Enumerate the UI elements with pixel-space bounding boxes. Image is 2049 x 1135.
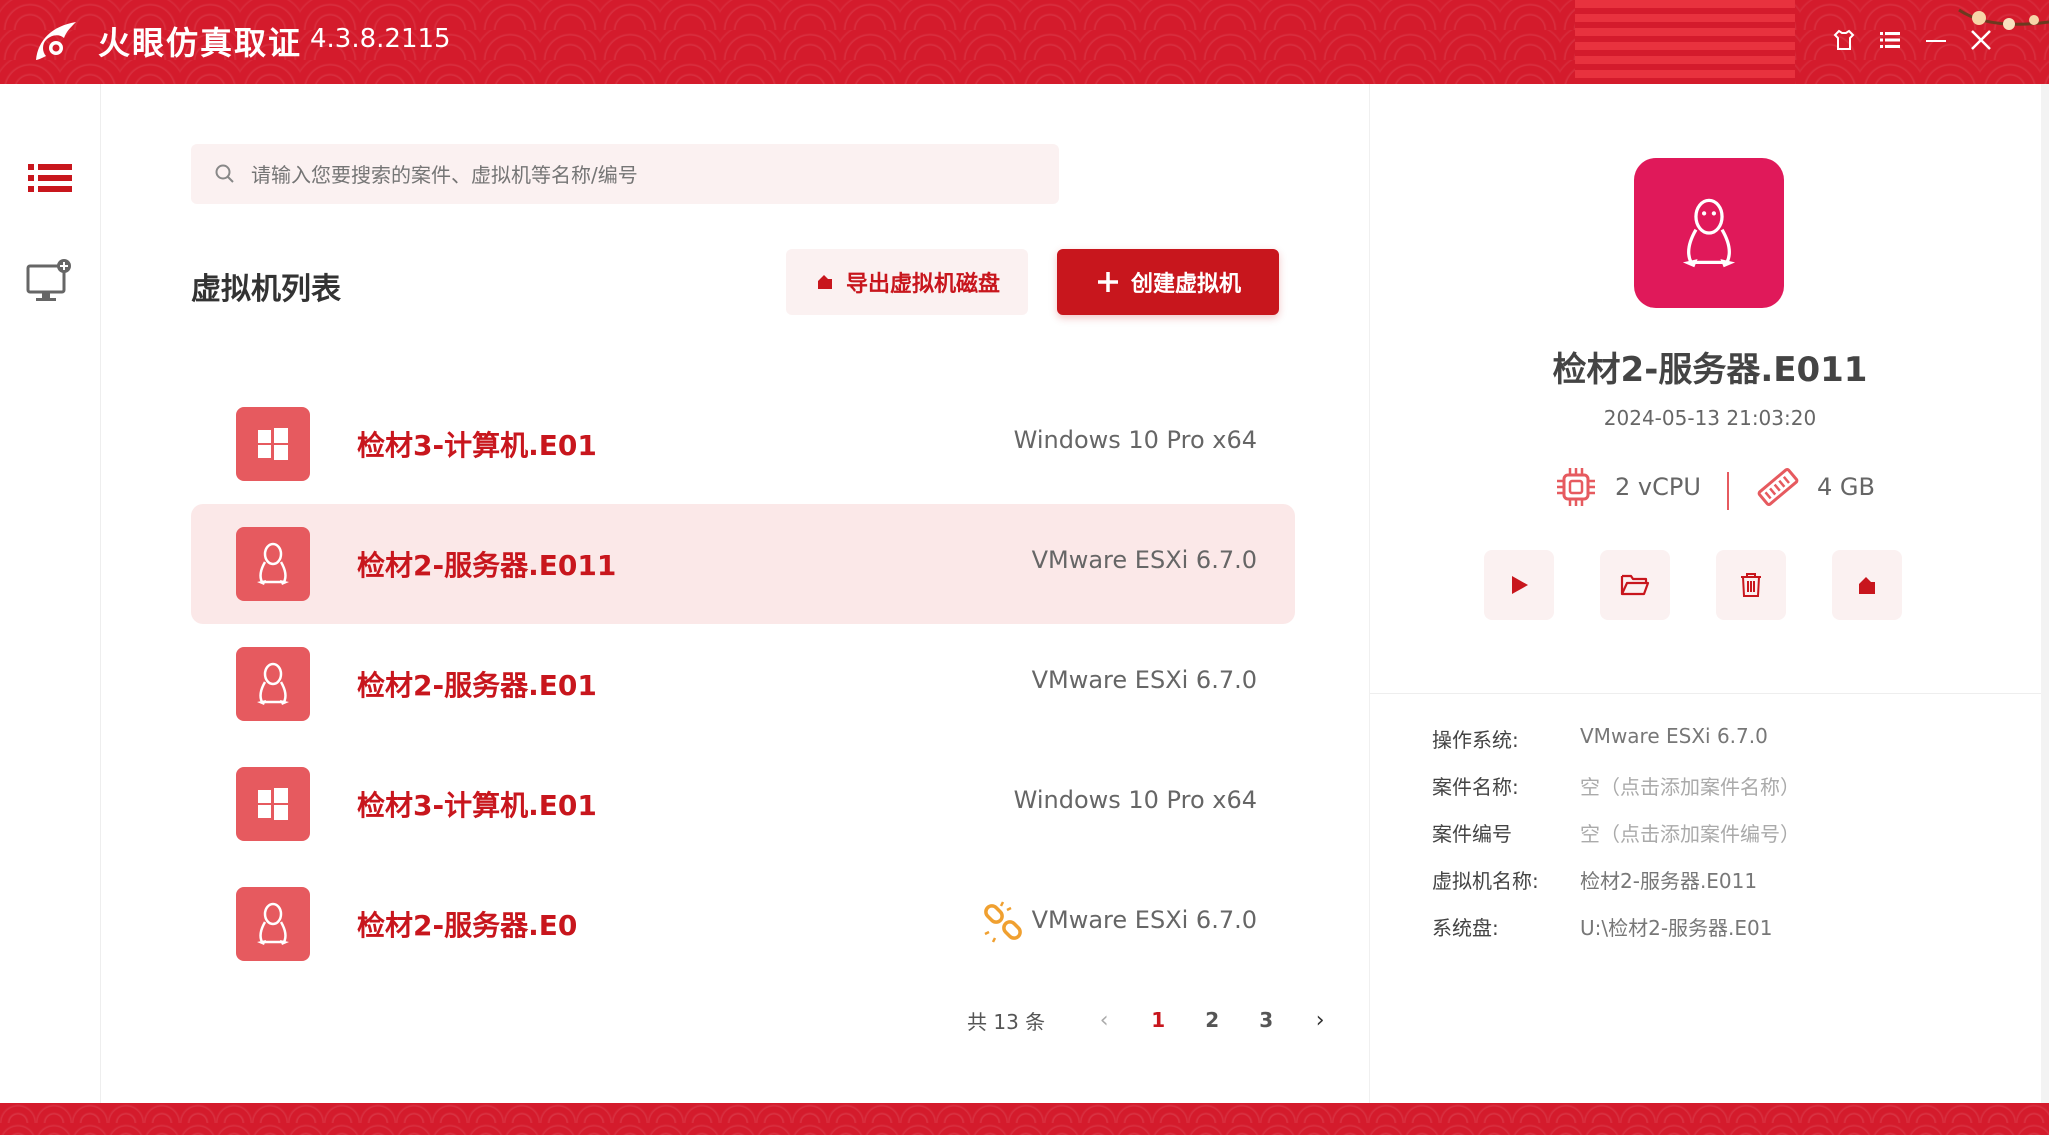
info-value: VMware ESXi 6.7.0 — [1580, 724, 1768, 748]
left-nav — [0, 84, 101, 1103]
case-name-link[interactable]: 空（点击添加案件名称） — [1580, 771, 1800, 818]
info-label: 系统盘: — [1432, 916, 1499, 940]
monitor-add-icon — [26, 259, 71, 301]
export-disk-button[interactable]: 导出虚拟机磁盘 — [786, 249, 1028, 315]
memory-icon — [1757, 467, 1799, 507]
info-value: 检材2-服务器.E011 — [1580, 869, 1758, 893]
list-icon — [28, 164, 72, 192]
broken-link-icon[interactable] — [981, 900, 1025, 944]
vm-list-item[interactable]: 检材2-服务器.E011 VMware ESXi 6.7.0 — [191, 504, 1295, 624]
cpu-icon — [1557, 468, 1595, 506]
trash-icon — [1741, 573, 1761, 597]
vm-name: 检材2-服务器.E01 — [357, 669, 597, 702]
next-page-icon[interactable]: › — [1293, 1008, 1347, 1033]
create-vm-label: 创建虚拟机 — [1130, 272, 1241, 297]
info-label: 虚拟机名称: — [1432, 869, 1539, 893]
vm-list-item[interactable]: 检材3-计算机.E01 Windows 10 Pro x64 — [191, 744, 1295, 864]
vm-list-item[interactable]: 检材3-计算机.E01 Windows 10 Pro x64 — [191, 384, 1295, 504]
menu-icon[interactable] — [1872, 22, 1908, 58]
info-label: 操作系统: — [1432, 728, 1519, 752]
bottom-decoration-bar — [0, 1103, 2049, 1135]
title-bar: 火眼仿真取证 4.3.8.2115 — [0, 0, 2049, 84]
vm-os: VMware ESXi 6.7.0 — [1031, 906, 1257, 934]
vm-list: 检材3-计算机.E01 Windows 10 Pro x64 检材2-服务器.E… — [191, 384, 1295, 984]
info-value: U:\检材2-服务器.E01 — [1580, 916, 1773, 940]
info-row-case-number: 案件编号 空（点击添加案件编号） — [1432, 818, 1800, 865]
vm-list-item[interactable]: 检材2-服务器.E01 VMware ESXi 6.7.0 — [191, 624, 1295, 744]
spec-divider — [1727, 472, 1729, 510]
vm-name: 检材3-计算机.E01 — [357, 789, 597, 822]
case-number-link[interactable]: 空（点击添加案件编号） — [1580, 818, 1800, 865]
nav-vm-list[interactable] — [22, 150, 78, 206]
window-edge — [2041, 84, 2049, 1103]
start-vm-button[interactable] — [1484, 550, 1554, 620]
page-title: 虚拟机列表 — [191, 272, 341, 307]
play-icon — [1512, 576, 1528, 594]
title-bar-decoration — [1575, 0, 1795, 84]
folder-open-icon — [1620, 574, 1650, 596]
plum-blossom-decoration — [1958, 8, 2049, 30]
vm-name: 检材2-服务器.E0 — [357, 909, 578, 942]
detail-panel: 检材2-服务器.E011 2024-05-13 21:03:20 2 vCPU … — [1369, 84, 2049, 1103]
windows-icon — [236, 407, 310, 481]
app-version: 4.3.8.2115 — [310, 24, 451, 54]
app-logo-icon — [36, 22, 76, 60]
main-panel: 虚拟机列表 导出虚拟机磁盘 创建虚拟机 检材3-计算机.E01 Windows … — [101, 84, 1369, 1103]
page-2[interactable]: 2 — [1185, 1008, 1239, 1032]
detail-divider — [1370, 693, 2049, 694]
page-3[interactable]: 3 — [1239, 1008, 1293, 1032]
memory-spec: 4 GB — [1755, 464, 1875, 510]
vm-info: 操作系统: VMware ESXi 6.7.0 案件名称: 空（点击添加案件名称… — [1432, 724, 1800, 959]
info-label: 案件名称: — [1432, 775, 1519, 799]
linux-icon — [236, 647, 310, 721]
info-row-case-name: 案件名称: 空（点击添加案件名称） — [1432, 771, 1800, 818]
linux-icon — [236, 527, 310, 601]
windows-icon — [236, 767, 310, 841]
detail-vm-name: 检材2-服务器.E011 — [1552, 350, 1868, 390]
prev-page-icon[interactable]: ‹ — [1077, 1008, 1131, 1033]
memory-value: 4 GB — [1817, 473, 1875, 501]
eraser-icon — [1859, 577, 1875, 594]
eraser-icon — [817, 275, 832, 289]
vm-os: VMware ESXi 6.7.0 — [1031, 666, 1257, 694]
vm-actions — [1484, 550, 1902, 620]
pagination: 共 13 条 ‹ 1 2 3 › — [967, 1002, 1347, 1038]
vm-name: 检材2-服务器.E011 — [357, 549, 617, 582]
search-icon — [215, 164, 234, 183]
export-disk-action-button[interactable] — [1832, 550, 1902, 620]
vm-os: Windows 10 Pro x64 — [1013, 426, 1257, 454]
search-input[interactable] — [249, 144, 1043, 206]
linux-icon — [1634, 158, 1784, 308]
search-box[interactable] — [191, 144, 1059, 206]
linux-icon — [236, 887, 310, 961]
create-vm-button[interactable]: 创建虚拟机 — [1057, 249, 1279, 315]
page-1[interactable]: 1 — [1131, 1008, 1185, 1032]
plus-icon — [1097, 272, 1118, 292]
export-disk-label: 导出虚拟机磁盘 — [845, 272, 1000, 297]
info-row-vm-name: 虚拟机名称: 检材2-服务器.E011 — [1432, 865, 1800, 912]
pagination-total: 共 13 条 — [967, 1009, 1046, 1034]
info-row-os: 操作系统: VMware ESXi 6.7.0 — [1432, 724, 1800, 771]
app-title: 火眼仿真取证 — [98, 24, 303, 62]
info-row-system-disk: 系统盘: U:\检材2-服务器.E01 — [1432, 912, 1800, 959]
cpu-spec: 2 vCPU — [1553, 464, 1701, 510]
vm-list-item[interactable]: 检材2-服务器.E0 VMware ESXi 6.7.0 — [191, 864, 1295, 984]
nav-add-vm[interactable] — [22, 254, 78, 310]
detail-created-time: 2024-05-13 21:03:20 — [1603, 406, 1817, 430]
vm-os: VMware ESXi 6.7.0 — [1031, 546, 1257, 574]
info-label: 案件编号 — [1432, 822, 1512, 846]
skin-icon[interactable] — [1826, 22, 1862, 58]
vm-name: 检材3-计算机.E01 — [357, 429, 597, 462]
vm-os: Windows 10 Pro x64 — [1013, 786, 1257, 814]
cpu-value: 2 vCPU — [1615, 473, 1701, 501]
open-folder-button[interactable] — [1600, 550, 1670, 620]
delete-vm-button[interactable] — [1716, 550, 1786, 620]
